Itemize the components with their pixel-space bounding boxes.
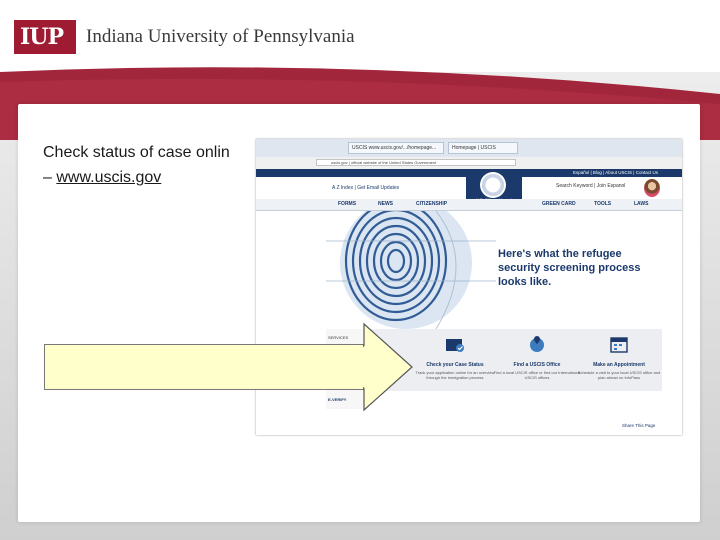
folder-check-icon: [446, 339, 464, 352]
iup-logo-mark: IUP: [14, 20, 76, 54]
slide-line-2-prefix: –: [43, 169, 57, 186]
service-find-office-title: Find a USCIS Office: [513, 362, 561, 368]
iup-logo-letters: IUP: [20, 24, 64, 50]
service-appointment-title: Make an Appointment: [593, 362, 645, 368]
calendar-icon: [610, 337, 628, 353]
uscis-link[interactable]: www.uscis.gov: [56, 169, 161, 186]
site-nav-bar: [256, 199, 682, 211]
index-email-links[interactable]: A Z Index | Get Email Updates: [332, 185, 399, 191]
service-find-office[interactable]: Find a USCIS Office Find a local USCIS o…: [492, 335, 582, 380]
nav-tools[interactable]: TOOLS: [594, 201, 611, 207]
nav-laws[interactable]: LAWS: [634, 201, 648, 207]
services-label: SERVICES: [328, 335, 349, 340]
slide-line-1: Check status of case onlin: [43, 144, 230, 161]
slide-body-text: Check status of case onlin – www.uscis.g…: [43, 140, 230, 190]
service-find-office-desc: Find a local USCIS office or find our In…: [493, 370, 581, 380]
service-case-status-title: Check your Case Status: [426, 362, 484, 368]
site-search[interactable]: Search Keyword | Join Espanol: [556, 183, 625, 189]
embedded-browser-screenshot: USCIS www.uscis.gov/.../homepage... Home…: [256, 139, 682, 435]
location-globe-icon: [530, 336, 544, 352]
browser-tab-2[interactable]: Homepage | USCIS: [448, 142, 518, 154]
share-page-link[interactable]: Share This Page: [622, 423, 655, 428]
service-appointment-desc: Schedule a visit to your local USCIS off…: [577, 370, 661, 380]
highlight-callout-box: [44, 344, 364, 390]
hero-headline: Here's what the refugee security screeni…: [498, 248, 641, 288]
service-case-status-desc: Track your application online for an ove…: [415, 370, 495, 380]
service-appointment[interactable]: Make an Appointment Schedule a visit to …: [574, 335, 664, 380]
fingerprint-globe-image: [326, 211, 496, 329]
address-bar[interactable]: uscis.gov | official website of the Unit…: [316, 159, 516, 166]
nav-news[interactable]: NEWS: [378, 201, 393, 207]
service-case-status[interactable]: Check your Case Status Track your applic…: [410, 335, 500, 380]
dhs-seal-icon: [480, 172, 506, 198]
e-verify-link[interactable]: E-VERIFY: [328, 397, 346, 402]
nav-citizenship[interactable]: CITIZENSHIP: [416, 201, 447, 207]
browser-tab-1[interactable]: USCIS www.uscis.gov/.../homepage...: [348, 142, 444, 154]
institution-name: Indiana University of Pennsylvania: [86, 26, 355, 47]
iup-logo: IUP Indiana University of Pennsylvania: [14, 20, 355, 54]
nav-forms[interactable]: FORMS: [338, 201, 356, 207]
nav-green-card[interactable]: GREEN CARD: [542, 201, 576, 207]
slide-line-2: – www.uscis.gov: [43, 165, 230, 190]
avatar: [644, 179, 660, 197]
site-top-links[interactable]: Español | Blog | About USCIS | Contact U…: [573, 169, 658, 177]
